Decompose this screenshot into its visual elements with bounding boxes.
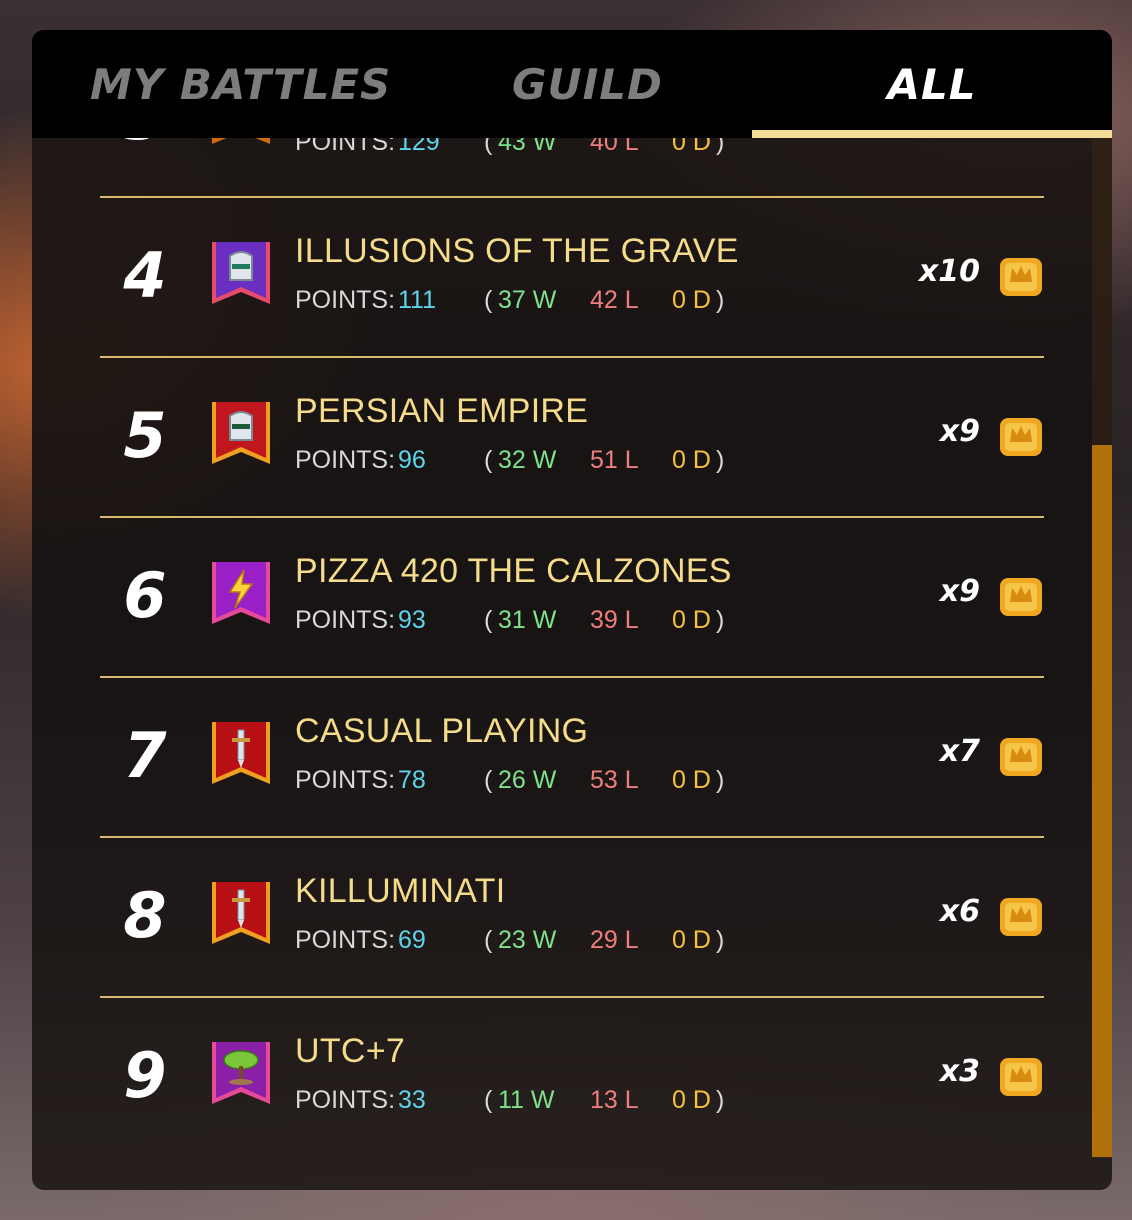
wins-value: 32 W bbox=[498, 446, 557, 474]
points-label: POINTS: bbox=[295, 446, 396, 474]
points-value: 111 bbox=[398, 286, 437, 314]
draws-value: 0 D bbox=[672, 1086, 711, 1114]
losses-value: 13 L bbox=[590, 1086, 639, 1114]
rank-number: 9 bbox=[123, 1039, 167, 1112]
rank-number: 5 bbox=[123, 399, 167, 472]
draws-value: 0 D bbox=[672, 286, 711, 314]
helmet-icon bbox=[212, 402, 270, 464]
losses-value: 29 L bbox=[590, 926, 639, 954]
reward-chest-icon bbox=[1000, 738, 1042, 776]
reward-chest-icon bbox=[1000, 1058, 1042, 1096]
rank-number: 7 bbox=[123, 719, 167, 792]
row-divider bbox=[100, 676, 1044, 678]
points-value: 78 bbox=[398, 766, 426, 794]
list-item[interactable]: 7 CASUAL PLAYING POINTS: 78 ( 26 W 53 L … bbox=[100, 676, 1044, 836]
list-item[interactable]: 4 ILLUSIONS OF THE GRAVE POINTS: 111 ( 3… bbox=[100, 196, 1044, 356]
wins-value: 11 W bbox=[498, 1086, 555, 1114]
wins-value: 23 W bbox=[498, 926, 557, 954]
tab-guild[interactable]: GUILD bbox=[392, 30, 752, 138]
losses-value: 42 L bbox=[590, 286, 639, 314]
wins-value: 37 W bbox=[498, 286, 557, 314]
tab-all[interactable]: ALL bbox=[752, 30, 1112, 138]
reward-multiplier: x7 bbox=[939, 734, 980, 769]
draws-value: 0 D bbox=[672, 926, 711, 954]
reward-multiplier: x9 bbox=[939, 574, 980, 609]
losses-value: 53 L bbox=[590, 766, 639, 794]
guild-name: PIZZA 420 THE CALZONES bbox=[295, 552, 732, 590]
reward-chest-icon bbox=[1000, 258, 1042, 296]
tab-bar: MY BATTLES GUILD ALL bbox=[32, 30, 1112, 138]
reward-chest-icon bbox=[1000, 898, 1042, 936]
points-value: 33 bbox=[398, 1086, 426, 1114]
points-label: POINTS: bbox=[295, 766, 396, 794]
points-value: 69 bbox=[398, 926, 426, 954]
draws-value: 0 D bbox=[672, 446, 711, 474]
leaderboard-panel: 3 POINTS: 129 ( 43 W 40 L 0 D ) 4 bbox=[32, 30, 1112, 1190]
row-divider bbox=[100, 516, 1044, 518]
helmet-icon bbox=[212, 242, 270, 304]
guild-name: PERSIAN EMPIRE bbox=[295, 392, 589, 430]
rank-number: 4 bbox=[123, 239, 167, 312]
row-divider bbox=[100, 196, 1044, 198]
row-divider bbox=[100, 996, 1044, 998]
reward-multiplier: x10 bbox=[918, 254, 980, 289]
reward-multiplier: x3 bbox=[939, 1054, 980, 1089]
rank-number: 8 bbox=[123, 879, 167, 952]
list-item[interactable]: 9 UTC+7 POINTS: 33 ( 11 W 13 L 0 D ) x3 bbox=[100, 996, 1044, 1156]
sword-icon bbox=[212, 882, 270, 944]
scrollbar-thumb[interactable] bbox=[1092, 445, 1112, 1157]
tree-icon bbox=[212, 1042, 270, 1104]
guild-name: CASUAL PLAYING bbox=[295, 712, 589, 750]
lightning-icon bbox=[212, 562, 270, 624]
rank-number: 6 bbox=[123, 559, 167, 632]
guild-name: UTC+7 bbox=[295, 1032, 406, 1070]
list-item[interactable]: 8 KILLUMINATI POINTS: 69 ( 23 W 29 L 0 D… bbox=[100, 836, 1044, 996]
guild-name: ILLUSIONS OF THE GRAVE bbox=[295, 232, 739, 270]
points-value: 93 bbox=[398, 606, 426, 634]
points-label: POINTS: bbox=[295, 286, 396, 314]
wins-value: 31 W bbox=[498, 606, 557, 634]
points-value: 96 bbox=[398, 446, 426, 474]
reward-chest-icon bbox=[1000, 578, 1042, 616]
list-item[interactable]: 6 PIZZA 420 THE CALZONES POINTS: 93 ( 31… bbox=[100, 516, 1044, 676]
reward-multiplier: x6 bbox=[939, 894, 980, 929]
points-label: POINTS: bbox=[295, 1086, 396, 1114]
points-label: POINTS: bbox=[295, 926, 396, 954]
list-item[interactable]: 5 PERSIAN EMPIRE POINTS: 96 ( 32 W 51 L … bbox=[100, 356, 1044, 516]
wins-value: 26 W bbox=[498, 766, 557, 794]
points-label: POINTS: bbox=[295, 606, 396, 634]
losses-value: 51 L bbox=[590, 446, 639, 474]
reward-chest-icon bbox=[1000, 418, 1042, 456]
losses-value: 39 L bbox=[590, 606, 639, 634]
guild-name: KILLUMINATI bbox=[295, 872, 506, 910]
row-divider bbox=[100, 836, 1044, 838]
reward-multiplier: x9 bbox=[939, 414, 980, 449]
row-divider bbox=[100, 356, 1044, 358]
tab-my-battles[interactable]: MY BATTLES bbox=[32, 30, 392, 138]
draws-value: 0 D bbox=[672, 606, 711, 634]
active-tab-indicator bbox=[752, 130, 1112, 138]
sword-icon bbox=[212, 722, 270, 784]
draws-value: 0 D bbox=[672, 766, 711, 794]
guild-battle-list[interactable]: 3 POINTS: 129 ( 43 W 40 L 0 D ) 4 bbox=[32, 30, 1112, 1190]
